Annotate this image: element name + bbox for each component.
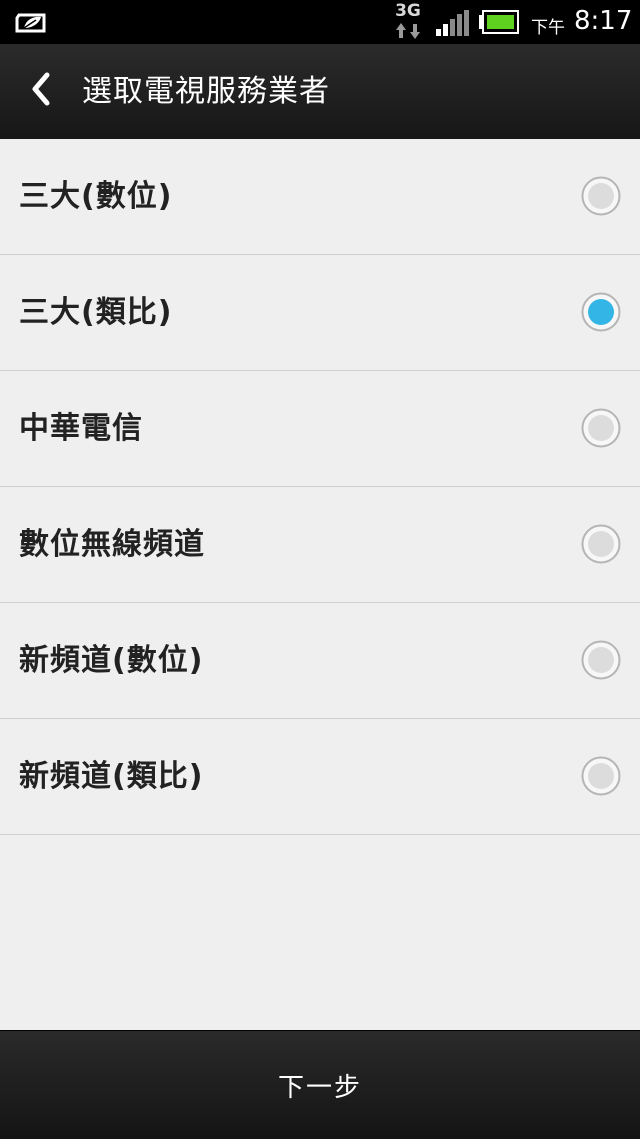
radio-button[interactable] [581,408,621,448]
list-item[interactable]: 三大(數位) [0,139,640,255]
list-item-label: 數位無線頻道 [19,527,205,562]
network-type-label: 3G [395,1,421,21]
battery-icon [478,10,520,38]
list-item-label: 三大(類比) [19,295,173,330]
radio-button[interactable] [581,756,621,796]
bottom-bar: 下一步 [0,1030,640,1139]
status-time: 8:17 [574,6,633,36]
provider-list: 三大(數位) 三大(類比) 中華電信 數位無線頻道 新頻道(數位) 新頻道(類比… [0,139,640,835]
list-item-label: 新頻道(類比) [19,759,204,794]
status-ampm: 下午 [531,18,565,38]
list-item[interactable]: 數位無線頻道 [0,487,640,603]
list-item[interactable]: 中華電信 [0,371,640,487]
back-button[interactable] [18,68,64,114]
chevron-left-icon [27,71,55,111]
page-title: 選取電視服務業者 [82,74,330,109]
radio-button[interactable] [581,640,621,680]
list-item[interactable]: 新頻道(類比) [0,719,640,835]
list-item[interactable]: 三大(類比) [0,255,640,371]
radio-button[interactable] [581,292,621,332]
network-indicator: 3G [393,2,423,42]
signal-icon [435,10,469,40]
list-item-label: 中華電信 [19,411,143,446]
list-item[interactable]: 新頻道(數位) [0,603,640,719]
radio-button[interactable] [581,524,621,564]
power-saver-leaf-icon [14,9,50,39]
action-bar: 選取電視服務業者 [0,44,640,139]
next-button[interactable]: 下一步 [0,1031,640,1139]
list-item-label: 新頻道(數位) [19,643,204,678]
radio-button[interactable] [581,176,621,216]
data-arrows-icon [395,22,421,44]
status-bar: 3G 下午 8:17 [0,0,640,44]
list-item-label: 三大(數位) [19,179,173,214]
